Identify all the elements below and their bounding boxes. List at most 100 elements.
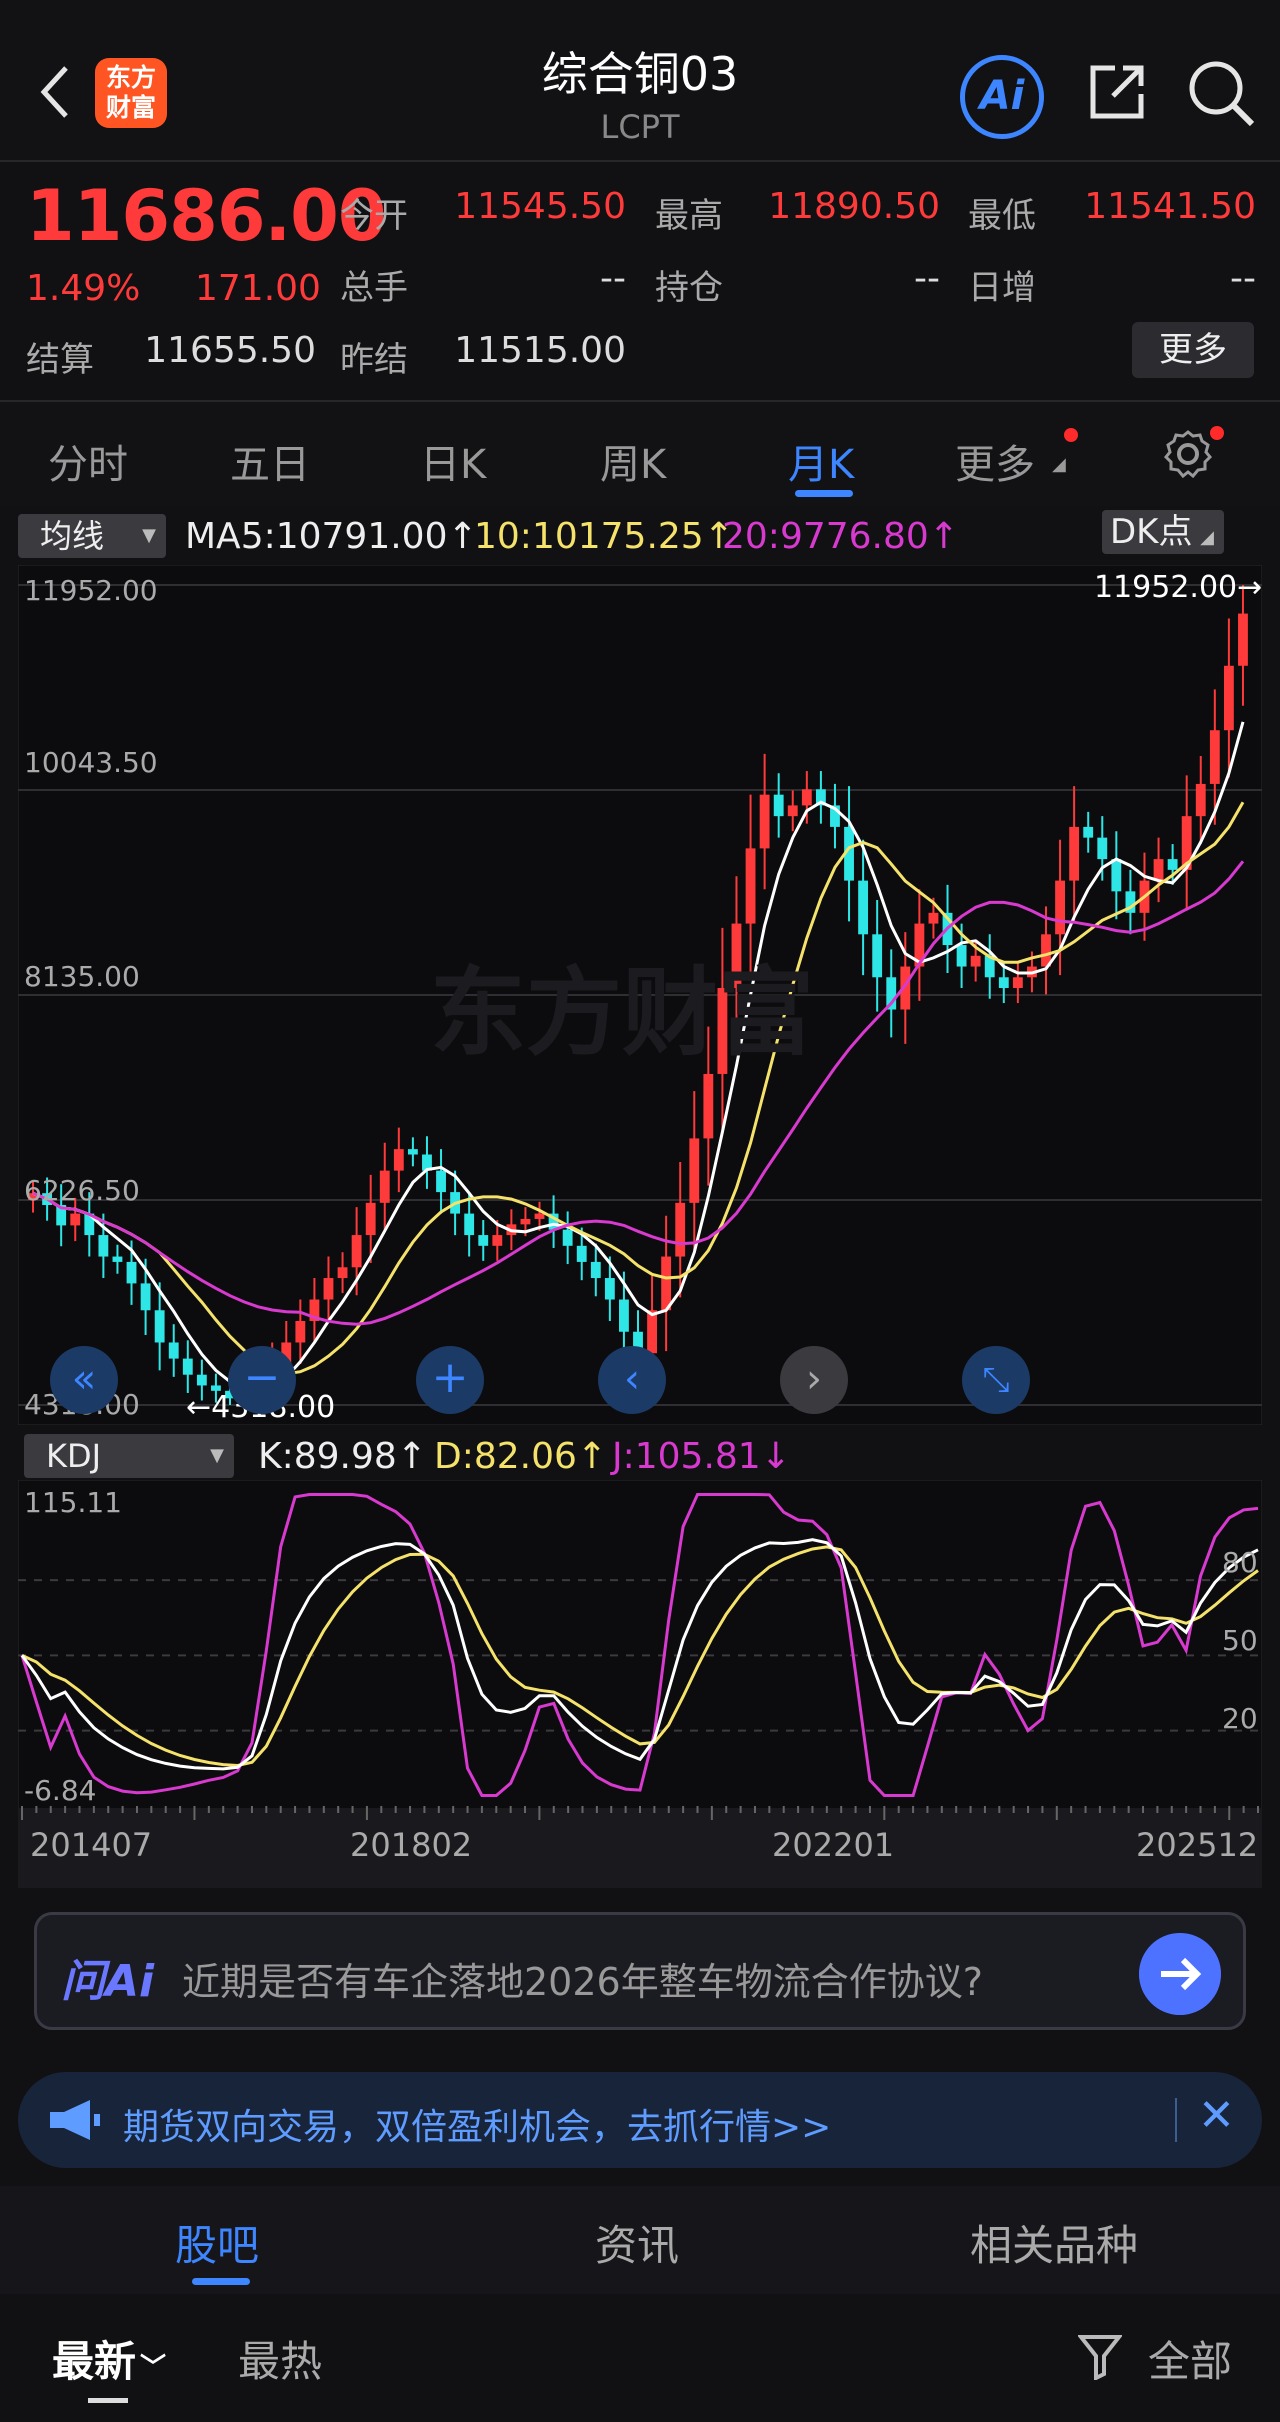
sort-hot[interactable]: 最热 bbox=[238, 2328, 322, 2389]
zoom-in-button[interactable]: + bbox=[416, 1346, 484, 1414]
tab-daily-k[interactable]: 日K bbox=[420, 432, 486, 490]
date-tick-ruler bbox=[21, 1806, 1259, 1820]
ask-ai-question: 近期是否有车企落地2026年整车物流合作协议? bbox=[182, 1960, 983, 2004]
candle-body bbox=[872, 934, 883, 978]
kdj-axis-bottom: -6.84 bbox=[24, 1774, 97, 1807]
candle-body bbox=[196, 1374, 207, 1386]
candle-body bbox=[1209, 730, 1220, 784]
zoom-out-button[interactable]: − bbox=[228, 1346, 296, 1414]
date-label-4: 202512 bbox=[1136, 1826, 1259, 1864]
candle-body bbox=[154, 1310, 165, 1343]
kdj-level-50: 50 bbox=[1222, 1624, 1258, 1657]
arrow-right-icon[interactable] bbox=[1139, 1933, 1221, 2015]
scroll-left-button[interactable]: ‹ bbox=[598, 1346, 666, 1414]
volume-label: 总手 bbox=[340, 268, 408, 308]
scroll-start-button[interactable]: « bbox=[50, 1346, 118, 1414]
filter-all[interactable]: 全部 bbox=[1148, 2328, 1232, 2389]
tab-intraday[interactable]: 分时 bbox=[48, 432, 128, 490]
more-quote-button[interactable]: 更多 bbox=[1132, 322, 1254, 378]
tab-forum[interactable]: 股吧 bbox=[175, 2212, 259, 2273]
kdj-selector[interactable]: KDJ ▼ bbox=[24, 1434, 234, 1478]
share-icon[interactable] bbox=[1085, 60, 1149, 124]
contract-code: LCPT bbox=[600, 108, 680, 146]
candle-body bbox=[689, 1138, 700, 1203]
candle-body bbox=[70, 1213, 81, 1226]
kdj-chart[interactable] bbox=[18, 1480, 1262, 1810]
candle-body bbox=[1069, 826, 1080, 881]
kdj-level-20: 20 bbox=[1222, 1702, 1258, 1735]
open-label: 今开 bbox=[340, 196, 408, 236]
date-label-1: 201407 bbox=[30, 1826, 153, 1864]
axis-label-4: 6226.50 bbox=[24, 1174, 140, 1207]
promo-banner[interactable]: 期货双向交易，双倍盈利机会，去抓行情>> ✕ bbox=[18, 2072, 1262, 2168]
candle-body bbox=[745, 848, 756, 924]
more-caret-icon: ◢ bbox=[1052, 454, 1066, 475]
candle-body bbox=[534, 1213, 545, 1219]
ma-selector[interactable]: 均线 ▼ bbox=[18, 514, 166, 558]
candle-body bbox=[323, 1278, 334, 1300]
candle-body bbox=[351, 1235, 362, 1268]
open-interest-value: -- bbox=[914, 258, 940, 299]
corner-caret-icon: ◢ bbox=[1200, 527, 1214, 548]
kdj-axis-top: 115.11 bbox=[24, 1486, 122, 1519]
ma5-value: MA5:10791.00↑ bbox=[185, 516, 478, 557]
candle-body bbox=[590, 1261, 601, 1279]
candle-body bbox=[126, 1261, 137, 1284]
kdj-k-value: K:89.98↑ bbox=[258, 1436, 427, 1477]
page-title: 综合铜03 bbox=[541, 47, 739, 101]
fullscreen-icon[interactable]: ⤡ bbox=[962, 1346, 1030, 1414]
candle-body bbox=[1097, 837, 1108, 860]
high-price-marker: 11952.00→ bbox=[1094, 570, 1263, 605]
settings-gear-icon[interactable] bbox=[1162, 428, 1214, 480]
candle-body bbox=[182, 1358, 193, 1375]
candle-body bbox=[337, 1267, 348, 1279]
filter-icon[interactable] bbox=[1078, 2334, 1122, 2380]
back-arrow-icon[interactable] bbox=[36, 62, 72, 122]
low-label: 最低 bbox=[968, 196, 1036, 236]
candle-body bbox=[703, 1073, 714, 1139]
sort-latest[interactable]: 最新 ﹀ bbox=[52, 2328, 166, 2389]
scroll-right-button[interactable]: › bbox=[780, 1346, 848, 1414]
candle-body bbox=[787, 805, 798, 817]
high-label: 最高 bbox=[655, 196, 723, 236]
candle-body bbox=[520, 1218, 531, 1225]
candle-body bbox=[576, 1245, 587, 1262]
watermark-logo: 东方财富 bbox=[430, 957, 814, 1069]
period-tabs: 分时 五日 日K 周K 月K 更多 ◢ bbox=[0, 402, 1280, 506]
prev-settle-label: 昨结 bbox=[340, 340, 408, 380]
tab-related[interactable]: 相关品种 bbox=[970, 2212, 1138, 2273]
settle-label: 结算 bbox=[26, 340, 94, 380]
caret-down-icon: ▼ bbox=[142, 525, 156, 546]
top-nav-bar: 东方 财富 综合铜03 LCPT Ai bbox=[0, 0, 1280, 160]
candle-body bbox=[98, 1235, 109, 1257]
candle-body bbox=[1055, 880, 1065, 935]
candle-body bbox=[858, 880, 869, 935]
candle-body bbox=[1223, 665, 1234, 731]
tab-weekly-k[interactable]: 周K bbox=[600, 432, 666, 490]
open-value: 11545.50 bbox=[454, 186, 626, 227]
candle-body bbox=[619, 1299, 629, 1332]
ask-ai-box[interactable]: 问Ai 近期是否有车企落地2026年整车物流合作协议? bbox=[34, 1912, 1246, 2030]
prev-settle-value: 11515.00 bbox=[454, 330, 626, 371]
tab-news[interactable]: 资讯 bbox=[595, 2212, 679, 2273]
candle-body bbox=[759, 794, 770, 849]
tab-monthly-k[interactable]: 月K bbox=[788, 432, 854, 490]
tab-more[interactable]: 更多 bbox=[955, 432, 1035, 490]
active-tab-underline bbox=[795, 490, 853, 497]
header-divider bbox=[0, 160, 1280, 162]
open-interest-label: 持仓 bbox=[655, 268, 723, 308]
daily-increase-value: -- bbox=[1230, 258, 1256, 299]
search-icon[interactable] bbox=[1186, 58, 1256, 128]
promo-text: 期货双向交易，双倍盈利机会，去抓行情>> bbox=[123, 2107, 832, 2148]
candle-body bbox=[562, 1229, 573, 1246]
low-value: 11541.50 bbox=[1084, 186, 1256, 227]
close-icon[interactable]: ✕ bbox=[1198, 2090, 1235, 2141]
candle-body bbox=[168, 1342, 179, 1359]
daily-increase-label: 日增 bbox=[968, 268, 1036, 308]
ai-assistant-button[interactable]: Ai bbox=[960, 55, 1044, 139]
megaphone-icon bbox=[50, 2100, 100, 2140]
tab-five-day[interactable]: 五日 bbox=[230, 432, 310, 490]
candle-body bbox=[1111, 859, 1122, 892]
dk-point-button[interactable]: DK点 ◢ bbox=[1102, 510, 1224, 554]
sort-bar: 最新 ﹀ 最热 全部 bbox=[0, 2294, 1280, 2422]
